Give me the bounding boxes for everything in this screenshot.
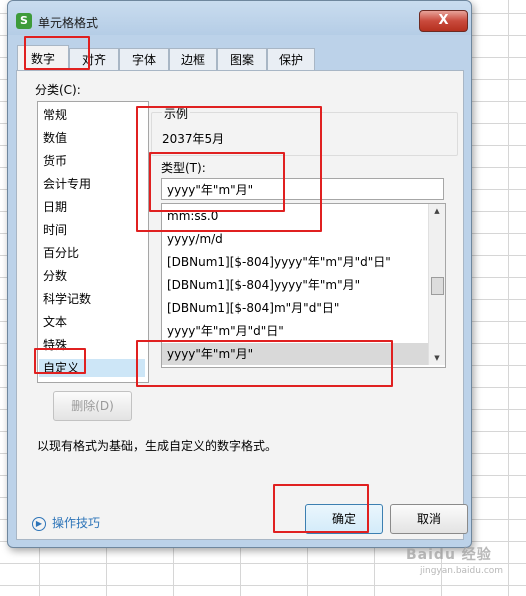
description-text: 以现有格式为基础，生成自定义的数字格式。: [37, 439, 278, 453]
scroll-thumb[interactable]: [431, 277, 444, 295]
format-item-selected[interactable]: yyyy"年"m"月": [162, 343, 428, 365]
format-item[interactable]: [DBNum1][$-804]m"月"d"日": [162, 297, 428, 319]
category-item-date[interactable]: 日期: [43, 198, 143, 216]
category-label: 分类(C):: [35, 83, 81, 97]
scroll-up-arrow-icon[interactable]: ▲: [429, 204, 445, 218]
format-item[interactable]: yyyy"年"m"月"d"日": [162, 320, 428, 342]
category-list[interactable]: 常规 数值 货币 会计专用 日期 时间 百分比 分数 科学记数 文本 特殊 自定…: [37, 101, 149, 383]
format-code-list[interactable]: mm:ss.0 yyyy/m/d [DBNum1][$-804]yyyy"年"m…: [161, 203, 446, 368]
category-item-custom[interactable]: 自定义: [39, 359, 145, 377]
cell-format-dialog: S 单元格格式 X 数字 对齐 字体 边框 图案 保护 分类(C): 常规 数值…: [7, 0, 472, 548]
category-item-accounting[interactable]: 会计专用: [43, 175, 143, 193]
tab-protection[interactable]: 保护: [267, 48, 315, 71]
tab-alignment[interactable]: 对齐: [69, 48, 119, 71]
dialog-title: 单元格格式: [38, 16, 99, 30]
category-item-scientific[interactable]: 科学记数: [43, 290, 143, 308]
category-item-number[interactable]: 数值: [43, 129, 143, 147]
number-tab-panel: 分类(C): 常规 数值 货币 会计专用 日期 时间 百分比 分数 科学记数 文…: [16, 70, 468, 540]
sample-group: 示例 2037年5月: [151, 105, 458, 156]
sample-label: 示例: [162, 105, 191, 122]
type-input[interactable]: yyyy"年"m"月": [161, 178, 444, 200]
category-item-time[interactable]: 时间: [43, 221, 143, 239]
category-item-general[interactable]: 常规: [43, 106, 143, 124]
play-icon: ▶: [32, 516, 46, 531]
format-list-scrollbar[interactable]: ▲ ▼: [428, 204, 445, 365]
cancel-button[interactable]: 取消: [390, 504, 468, 534]
scroll-down-arrow-icon[interactable]: ▼: [429, 351, 445, 365]
close-button[interactable]: X: [419, 10, 468, 32]
sample-value: 2037年5月: [162, 132, 225, 146]
tab-border[interactable]: 边框: [169, 48, 217, 71]
dialog-titlebar[interactable]: S 单元格格式 X: [8, 1, 471, 35]
type-label: 类型(T):: [161, 161, 206, 175]
ok-button[interactable]: 确定: [305, 504, 383, 534]
format-item[interactable]: mm:ss.0: [162, 205, 428, 227]
tab-pattern[interactable]: 图案: [217, 48, 267, 71]
format-item[interactable]: yyyy/m/d: [162, 228, 428, 250]
category-item-text[interactable]: 文本: [43, 313, 143, 331]
baidu-watermark-url: jingyan.baidu.com: [420, 566, 504, 576]
format-item[interactable]: [DBNum1][$-804]yyyy"年"m"月"d"日": [162, 251, 428, 273]
app-logo-icon: S: [16, 13, 32, 29]
format-item[interactable]: [DBNum1][$-804]yyyy"年"m"月": [162, 274, 428, 296]
tips-link-label: 操作技巧: [52, 516, 101, 530]
tab-number[interactable]: 数字: [17, 45, 69, 72]
category-item-fraction[interactable]: 分数: [43, 267, 143, 285]
baidu-watermark: Baidu 经验: [406, 547, 492, 563]
category-item-currency[interactable]: 货币: [43, 152, 143, 170]
category-item-special[interactable]: 特殊: [43, 336, 143, 354]
delete-button[interactable]: 删除(D): [53, 391, 132, 421]
tips-link[interactable]: ▶ 操作技巧: [32, 514, 100, 531]
tab-font[interactable]: 字体: [119, 48, 169, 71]
category-item-percentage[interactable]: 百分比: [43, 244, 143, 262]
